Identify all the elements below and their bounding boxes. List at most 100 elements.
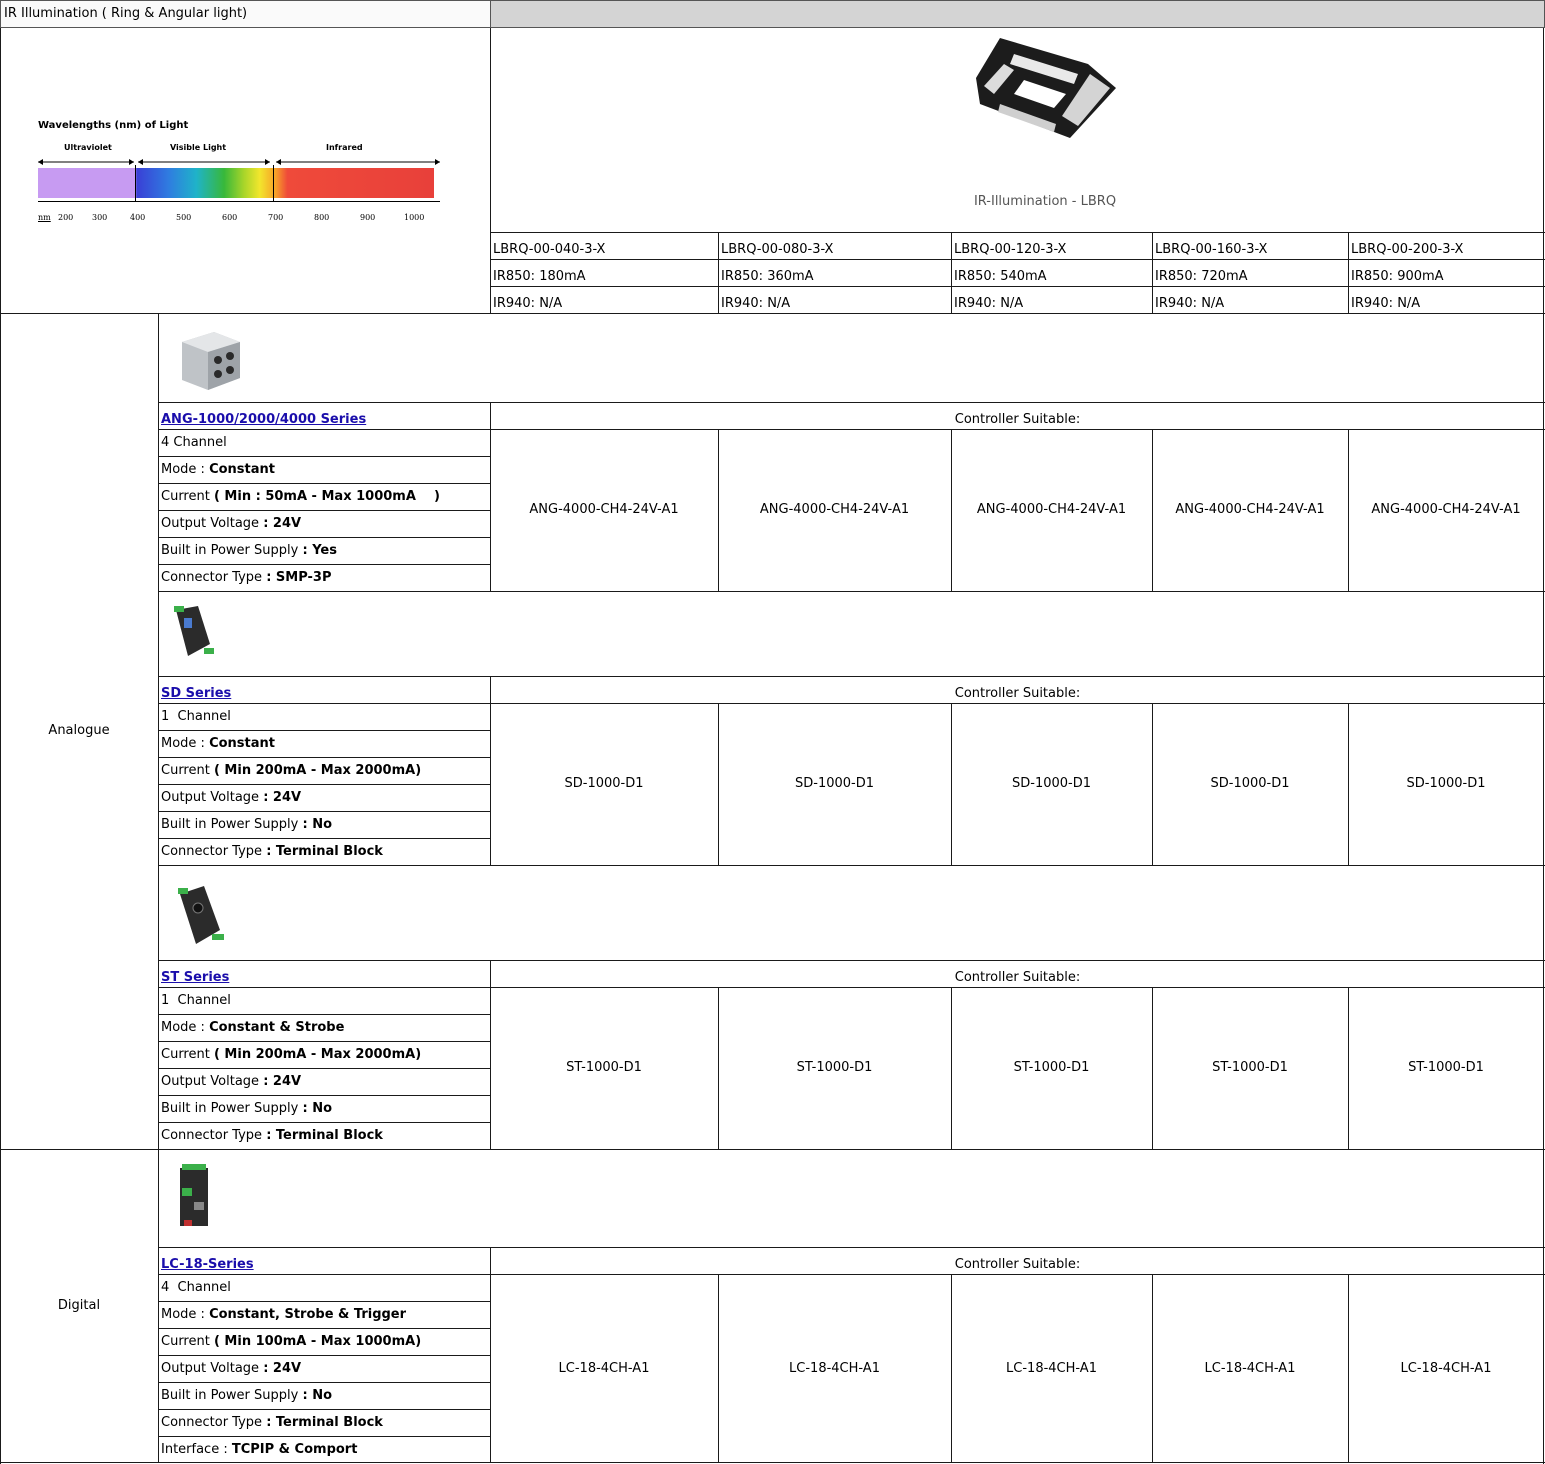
band-ultraviolet: Ultraviolet: [64, 143, 112, 152]
spec-voltage: Output Voltage : 24V: [161, 1074, 301, 1090]
controller-model-cell: ST-1000-D1: [1212, 1060, 1288, 1075]
controller-model-cell: LC-18-4CH-A1: [558, 1361, 650, 1376]
series-link-st[interactable]: ST Series: [161, 970, 229, 986]
band-infrared: Infrared: [326, 143, 363, 152]
tick-label: 600: [222, 213, 238, 222]
lbrq-product-image: [976, 38, 1116, 138]
ir940-cell: IR940: N/A: [1155, 296, 1225, 311]
controller-model-cell: ANG-4000-CH4-24V-A1: [1371, 502, 1521, 517]
series-link-lc18[interactable]: LC-18-Series: [161, 1257, 254, 1273]
spec-label: Connector Type: [161, 844, 263, 859]
spec-label: Built in Power Supply: [161, 543, 299, 558]
spec-label: Mode :: [161, 736, 205, 751]
axis-unit: nm: [38, 213, 51, 222]
spec-value: : No: [302, 817, 333, 832]
spec-value: : No: [302, 1101, 333, 1116]
ir850-cell: IR850: 180mA: [493, 269, 586, 284]
spec-value: : Terminal Block: [266, 1128, 383, 1143]
spec-interface: Interface : TCPIP & Comport: [161, 1442, 357, 1458]
spec-channel: 1 Channel: [161, 709, 231, 724]
spec-current: Current ( Min : 50mA - Max 1000mA ): [161, 489, 440, 505]
spec-voltage: Output Voltage : 24V: [161, 790, 301, 806]
st-controller-image: [178, 886, 224, 944]
spec-psu: Built in Power Supply : No: [161, 1388, 332, 1404]
spec-psu: Built in Power Supply : No: [161, 817, 332, 833]
spec-mode: Mode : Constant: [161, 736, 275, 752]
spec-label: Connector Type: [161, 1415, 263, 1430]
spec-label: Mode :: [161, 462, 205, 477]
group-label-analogue: Analogue: [48, 723, 110, 738]
ir940-cell: IR940: N/A: [721, 296, 791, 311]
spec-channel: 4 Channel: [161, 1280, 231, 1295]
series-link-ang[interactable]: ANG-1000/2000/4000 Series: [161, 412, 366, 428]
spec-label: Mode :: [161, 1307, 205, 1322]
controller-model-cell: ANG-4000-CH4-24V-A1: [1175, 502, 1325, 517]
controller-model-cell: SD-1000-D1: [564, 776, 644, 791]
tick-label: 500: [176, 213, 192, 222]
spec-channel: 1 Channel: [161, 993, 231, 1008]
controller-model-cell: ST-1000-D1: [796, 1060, 873, 1075]
spec-value: Constant: [209, 736, 275, 751]
ir850-cell: IR850: 720mA: [1155, 269, 1248, 284]
ir850-cell: IR850: 900mA: [1351, 269, 1444, 284]
controller-suitable-label: Controller Suitable:: [954, 686, 1081, 701]
ang-controller-image: [182, 332, 240, 390]
tick-label: 400: [130, 213, 146, 222]
spec-value: : 24V: [263, 1074, 302, 1089]
spectrum-chart: Wavelengths (nm) of Light Ultraviolet Vi…: [30, 110, 450, 240]
controller-model-cell: LC-18-4CH-A1: [1204, 1361, 1296, 1376]
band-visible: Visible Light: [170, 143, 227, 152]
tick-label: 700: [268, 213, 284, 222]
ir940-cell: IR940: N/A: [954, 296, 1024, 311]
spec-label: Current: [161, 1334, 210, 1349]
ir850-cell: IR850: 540mA: [954, 269, 1047, 284]
controller-model-cell: SD-1000-D1: [1406, 776, 1486, 791]
spec-mode: Mode : Constant: [161, 462, 275, 478]
spec-value: : No: [302, 1388, 333, 1403]
tick-label: 1000: [404, 213, 425, 222]
spec-value: TCPIP & Comport: [231, 1442, 358, 1457]
spec-current: Current ( Min 100mA - Max 1000mA): [161, 1334, 421, 1350]
spec-value: ( Min 200mA - Max 2000mA): [213, 1047, 422, 1062]
spec-value: : Terminal Block: [266, 1415, 383, 1430]
controller-model-cell: ST-1000-D1: [566, 1060, 642, 1075]
band-arrows: [38, 159, 440, 165]
spec-voltage: Output Voltage : 24V: [161, 1361, 301, 1377]
controller-model-cell: SD-1000-D1: [1210, 776, 1290, 791]
spectrum-bar: [38, 168, 434, 198]
spec-label: Built in Power Supply: [161, 1388, 299, 1403]
lc18-controller-image: [180, 1164, 208, 1226]
spec-label: Mode :: [161, 1020, 205, 1035]
spec-label: Built in Power Supply: [161, 817, 299, 832]
spec-value: : SMP-3P: [266, 570, 332, 585]
spec-connector: Connector Type : Terminal Block: [161, 1415, 383, 1431]
ir850-cell: IR850: 360mA: [721, 269, 814, 284]
spec-value: ( Min 200mA - Max 2000mA): [213, 763, 422, 778]
spec-label: Current: [161, 489, 210, 504]
spec-value: Constant & Strobe: [209, 1020, 345, 1035]
ir940-cell: IR940: N/A: [493, 296, 563, 311]
controller-suitable-label: Controller Suitable:: [954, 412, 1081, 427]
spec-value: : Yes: [302, 543, 337, 558]
model-cell: LBRQ-00-160-3-X: [1155, 242, 1268, 257]
controller-model-cell: LC-18-4CH-A1: [1006, 1361, 1097, 1376]
spec-connector: Connector Type : Terminal Block: [161, 1128, 383, 1144]
controller-model-cell: ANG-4000-CH4-24V-A1: [529, 502, 679, 517]
spec-psu: Built in Power Supply : No: [161, 1101, 332, 1117]
tick-label: 800: [314, 213, 330, 222]
spec-channel: 4 Channel: [161, 435, 227, 450]
series-link-sd[interactable]: SD Series: [161, 686, 231, 702]
group-label-digital: Digital: [57, 1298, 101, 1313]
spec-value: : 24V: [263, 516, 302, 531]
spec-label: Output Voltage: [161, 1074, 260, 1089]
spec-value: ( Min 100mA - Max 1000mA): [213, 1334, 422, 1349]
spec-label: Connector Type: [161, 1128, 263, 1143]
model-cell: LBRQ-00-040-3-X: [493, 242, 606, 257]
spec-value: : 24V: [263, 790, 302, 805]
spec-value: Constant: [209, 462, 275, 477]
spec-connector: Connector Type : Terminal Block: [161, 844, 383, 860]
controller-suitable-label: Controller Suitable:: [954, 970, 1081, 985]
spec-mode: Mode : Constant, Strobe & Trigger: [161, 1307, 406, 1323]
controller-model-cell: LC-18-4CH-A1: [789, 1361, 880, 1376]
model-cell: LBRQ-00-120-3-X: [954, 242, 1067, 257]
